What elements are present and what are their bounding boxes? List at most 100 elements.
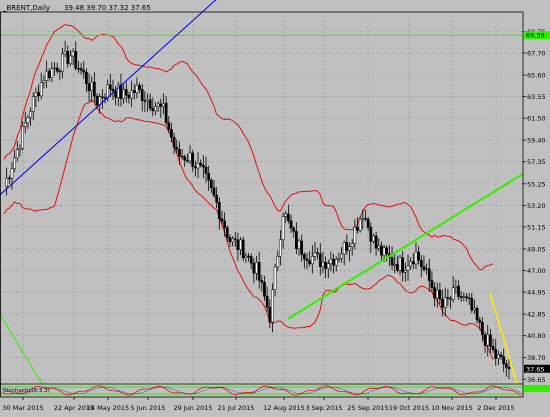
candle-down	[499, 354, 503, 358]
candle-down	[212, 187, 216, 196]
candle-down	[411, 261, 415, 265]
candle-down	[430, 280, 434, 288]
candle-up	[497, 354, 500, 359]
candle-up	[313, 252, 317, 257]
candle-down	[164, 102, 168, 123]
candle-up	[13, 157, 16, 169]
indicator-background	[1, 384, 523, 397]
candle-up	[196, 163, 200, 169]
price-label: 69.39	[526, 32, 545, 40]
indicator-panel: Stochastic(5,3,3)	[0, 384, 550, 397]
x-tick-label: 3 Sep 2015	[305, 404, 342, 412]
candle-down	[207, 173, 211, 181]
candle-down	[332, 258, 335, 266]
candle-up	[231, 238, 234, 243]
candle-up	[42, 80, 46, 83]
y-tick-label: 36.65	[527, 376, 546, 384]
y-tick-label: 67.70	[527, 49, 546, 57]
candle-up	[5, 177, 9, 187]
candle-down	[127, 95, 131, 99]
y-tick-label: 63.55	[527, 93, 546, 101]
candle-down	[265, 295, 269, 308]
candle-up	[15, 149, 19, 159]
candle-up	[45, 70, 48, 81]
indicator-label: Stochastic(5,3,3)	[3, 388, 50, 394]
x-tick-label: 19 Oct 2015	[389, 404, 429, 412]
candle-down	[167, 122, 171, 130]
candle-up	[61, 53, 64, 72]
candle-up	[361, 217, 365, 220]
candle-down	[419, 259, 423, 267]
price-label: 37.65	[526, 365, 545, 373]
candle-down	[316, 252, 319, 255]
candle-down	[366, 218, 370, 228]
candle-down	[401, 257, 405, 273]
candle-down	[66, 51, 70, 64]
candle-down	[467, 297, 471, 299]
chart-title: _BRENT,Daily	[2, 4, 50, 12]
candle-down	[183, 156, 187, 161]
candle-down	[289, 220, 293, 229]
candle-down	[483, 334, 487, 346]
candle-up	[326, 263, 330, 269]
candle-down	[247, 255, 250, 258]
candle-down	[295, 231, 298, 250]
candle-up	[321, 261, 325, 268]
x-tick-label: 30 Mar 2015	[2, 404, 43, 412]
candle-down	[58, 70, 62, 73]
candle-down	[180, 155, 184, 158]
y-tick-label: 44.95	[527, 289, 546, 297]
candle-up	[23, 122, 27, 127]
candle-up	[284, 213, 288, 217]
price-chart[interactable]: Stochastic(5,3,3) 69.7567.7065.6063.5561…	[0, 0, 550, 413]
candle-down	[119, 84, 123, 99]
candle-up	[244, 255, 248, 259]
candle-down	[446, 297, 450, 299]
candle-up	[337, 257, 341, 260]
candle-up	[146, 99, 149, 102]
candle-down	[140, 89, 144, 101]
candle-up	[69, 55, 72, 64]
candle-up	[29, 111, 32, 118]
x-tick-label: 21 Jul 2015	[218, 404, 255, 412]
candle-up	[310, 256, 314, 265]
y-tick-label: 49.05	[527, 245, 546, 253]
candle-down	[380, 245, 383, 256]
candle-down	[427, 268, 431, 281]
candle-down	[77, 68, 80, 70]
candle-down	[465, 296, 468, 299]
candle-up	[358, 218, 362, 231]
candle-down	[481, 322, 484, 335]
candle-down	[100, 96, 104, 98]
candle-up	[276, 256, 280, 268]
candle-up	[443, 297, 447, 308]
candle-down	[55, 67, 59, 72]
candle-up	[271, 289, 274, 323]
candle-down	[236, 239, 240, 250]
candle-up	[398, 257, 402, 271]
ohlc-readout: 39.48 39.70 37.32 37.65	[64, 4, 151, 12]
candle-down	[507, 367, 511, 370]
candle-down	[260, 280, 264, 283]
candle-down	[305, 258, 309, 261]
candle-up	[334, 259, 338, 266]
candle-down	[220, 218, 224, 222]
candle-down	[302, 254, 306, 260]
candle-up	[50, 68, 54, 78]
candle-up	[130, 90, 133, 99]
candle-up	[26, 117, 30, 124]
candle-up	[372, 235, 375, 242]
y-tick-label: 65.60	[527, 72, 546, 80]
candle-up	[342, 242, 346, 255]
candle-down	[385, 247, 389, 255]
candle-down	[233, 238, 237, 241]
candle-down	[241, 239, 245, 259]
candle-down	[390, 257, 394, 266]
y-tick-label: 59.40	[527, 137, 546, 145]
candle-down	[268, 306, 272, 323]
candle-down	[287, 213, 290, 221]
candle-down	[257, 262, 261, 281]
candle-down	[47, 70, 51, 78]
x-tick-label: 14 May 2015	[87, 404, 129, 412]
x-tick-label: 25 Sep 2015	[347, 404, 388, 412]
